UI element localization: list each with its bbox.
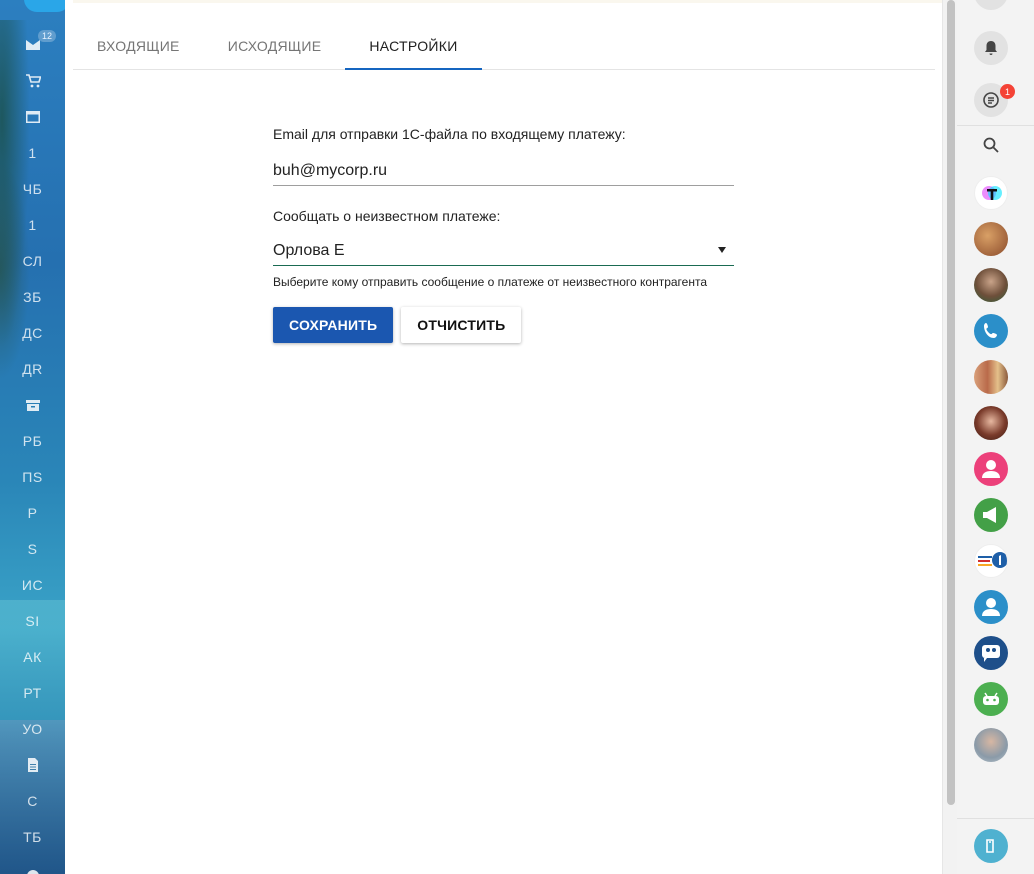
contact-avatar-group[interactable] <box>974 360 1008 394</box>
sidebar-item-rt[interactable]: РТ <box>0 675 65 711</box>
bell-icon <box>985 41 997 55</box>
sidebar-item-ps[interactable]: ПS <box>0 459 65 495</box>
team-chat-icon <box>982 645 1000 662</box>
sidebar-item-s[interactable]: S <box>0 531 65 567</box>
phone-icon <box>984 323 997 338</box>
search-button[interactable] <box>974 128 1008 162</box>
notify-recipient-value: Орлова Е <box>273 241 345 259</box>
sidebar-item-ds[interactable]: ДС <box>0 315 65 351</box>
top-strip <box>73 0 942 3</box>
sidebar-item-window[interactable] <box>0 99 65 135</box>
notify-field-label: Сообщать о неизвестном платеже: <box>273 208 501 224</box>
sidebar-item-document[interactable] <box>0 747 65 783</box>
notify-recipient-select[interactable]: Орлова Е <box>273 236 734 266</box>
form-buttons: СОХРАНИТЬ ОТЧИСТИТЬ <box>273 307 734 343</box>
notifications-button[interactable] <box>974 31 1008 65</box>
sidebar-item-sl[interactable]: СЛ <box>0 243 65 279</box>
contact-avatar-megaphone[interactable] <box>974 498 1008 532</box>
divider <box>957 818 1034 819</box>
main-panel: ВХОДЯЩИЕ ИСХОДЯЩИЕ НАСТРОЙКИ Email для о… <box>65 0 942 874</box>
user-icon <box>982 598 1000 616</box>
cart-icon <box>25 74 41 88</box>
dropdown-arrow-icon <box>718 247 726 253</box>
sidebar-item-r[interactable]: Р <box>0 495 65 531</box>
sidebar-item-uo[interactable]: УО <box>0 711 65 747</box>
contact-avatar-first-open-systems[interactable] <box>974 544 1008 578</box>
sidebar-item-chb[interactable]: ЧБ <box>0 171 65 207</box>
user-icon <box>982 460 1000 478</box>
app-button[interactable] <box>974 829 1008 863</box>
contact-avatar[interactable] <box>974 222 1008 256</box>
phone-transfer-icon <box>986 839 994 853</box>
sidebar-item-s2[interactable]: С <box>0 783 65 819</box>
tab-outgoing[interactable]: ИСХОДЯЩИЕ <box>204 22 346 69</box>
contact-avatar-t[interactable] <box>974 176 1008 210</box>
settings-form: Email для отправки 1С-файла по входящему… <box>273 126 734 343</box>
sidebar-item-archive[interactable] <box>0 387 65 423</box>
tab-settings[interactable]: НАСТРОЙКИ <box>345 22 482 70</box>
email-field[interactable] <box>273 156 734 186</box>
sidebar-item-more[interactable] <box>0 858 65 874</box>
save-button[interactable]: СОХРАНИТЬ <box>273 307 394 343</box>
sidebar-item-ak[interactable]: АК <box>0 639 65 675</box>
tab-bar: ВХОДЯЩИЕ ИСХОДЯЩИЕ НАСТРОЙКИ <box>73 22 935 70</box>
more-icon <box>26 870 39 874</box>
mail-badge: 12 <box>38 30 57 42</box>
document-icon <box>27 758 38 772</box>
search-icon <box>983 137 999 153</box>
window-icon <box>25 111 40 123</box>
tab-incoming[interactable]: ВХОДЯЩИЕ <box>73 22 204 69</box>
android-icon <box>983 692 999 705</box>
sidebar-item-tb[interactable]: ТБ <box>0 819 65 855</box>
chat-icon <box>983 92 999 108</box>
sidebar-top-button[interactable] <box>24 0 65 12</box>
scrollbar-thumb[interactable] <box>947 0 955 805</box>
contact-avatar-phone[interactable] <box>974 314 1008 348</box>
contact-avatar-user[interactable] <box>974 452 1008 486</box>
clear-button[interactable]: ОТЧИСТИТЬ <box>401 307 522 343</box>
contact-avatar-team[interactable] <box>974 636 1008 670</box>
profile-button[interactable] <box>974 0 1008 10</box>
email-field-label: Email для отправки 1С-файла по входящему… <box>273 126 626 142</box>
sidebar-item-rb[interactable]: РБ <box>0 423 65 459</box>
left-sidebar: 12 1 ЧБ 1 СЛ ЗБ ДС ДR РБ ПS Р S ИС SI АК… <box>0 0 65 874</box>
sidebar-item-si[interactable]: SI <box>0 603 65 639</box>
notify-hint: Выберите кому отправить сообщение о плат… <box>273 275 707 289</box>
main-scrollbar[interactable] <box>942 0 957 874</box>
contact-avatar-user[interactable] <box>974 590 1008 624</box>
contact-avatar[interactable] <box>974 728 1008 762</box>
contact-avatar[interactable] <box>974 268 1008 302</box>
sidebar-item-is[interactable]: ИС <box>0 567 65 603</box>
sidebar-item-1b[interactable]: 1 <box>0 207 65 243</box>
chat-badge: 1 <box>1000 84 1015 99</box>
sidebar-item-dr[interactable]: ДR <box>0 351 65 387</box>
archive-icon <box>25 400 40 411</box>
megaphone-icon <box>983 507 996 523</box>
contact-avatar[interactable] <box>974 406 1008 440</box>
contact-avatar-android[interactable] <box>974 682 1008 716</box>
divider <box>957 125 1034 126</box>
sidebar-item-1[interactable]: 1 <box>0 135 65 171</box>
sidebar-item-cart[interactable] <box>0 63 65 99</box>
sidebar-item-zb[interactable]: ЗБ <box>0 279 65 315</box>
